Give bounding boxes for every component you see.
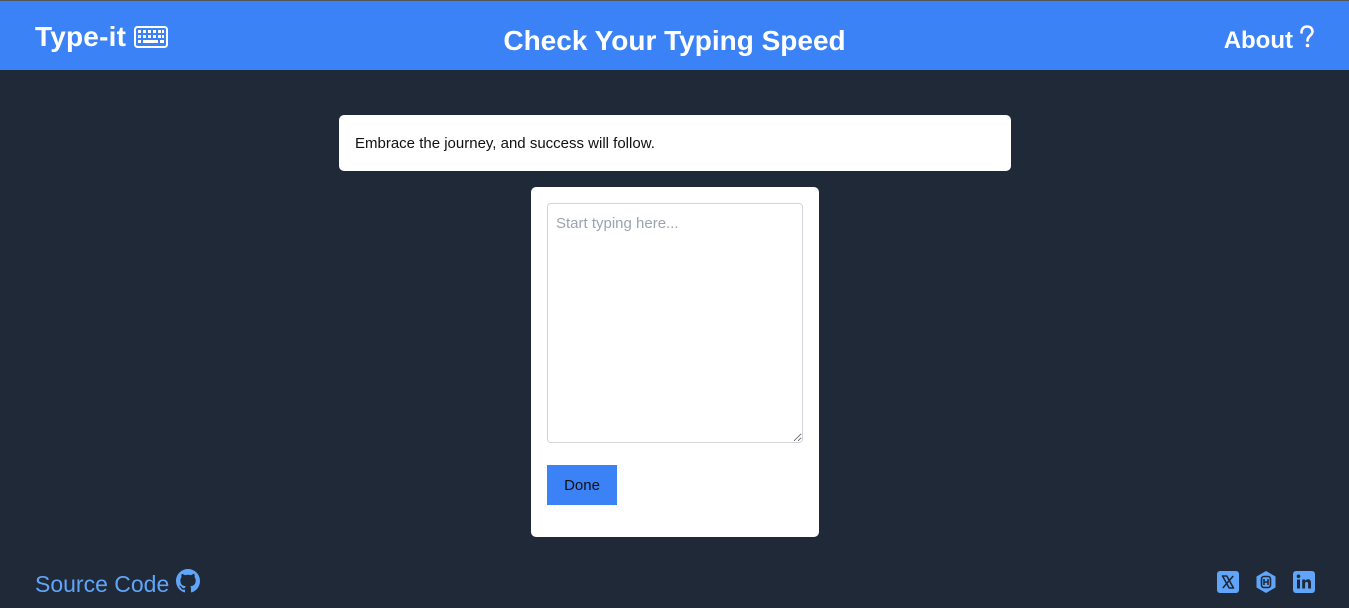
- about-label: About: [1223, 26, 1293, 54]
- hashnode-icon[interactable]: [1255, 571, 1277, 593]
- typing-card: Done: [531, 187, 819, 537]
- top-navbar: Type-it Check Your Typing Speed About: [0, 1, 1349, 70]
- linkedin-icon[interactable]: [1293, 571, 1315, 593]
- quote-text: Embrace the journey, and success will fo…: [355, 134, 655, 152]
- quote-display: Embrace the journey, and success will fo…: [339, 115, 1011, 171]
- page-title: Check Your Typing Speed: [503, 25, 846, 56]
- x-twitter-icon[interactable]: [1217, 571, 1239, 593]
- about-link[interactable]: About: [1224, 25, 1315, 56]
- github-icon: [176, 569, 201, 599]
- social-links: [1217, 571, 1315, 593]
- source-code-label: Source Code: [35, 570, 170, 597]
- typing-input[interactable]: [547, 203, 803, 443]
- done-button[interactable]: Done: [547, 465, 617, 505]
- question-mark-icon: [1299, 25, 1315, 56]
- source-code-link[interactable]: Source Code: [35, 569, 201, 599]
